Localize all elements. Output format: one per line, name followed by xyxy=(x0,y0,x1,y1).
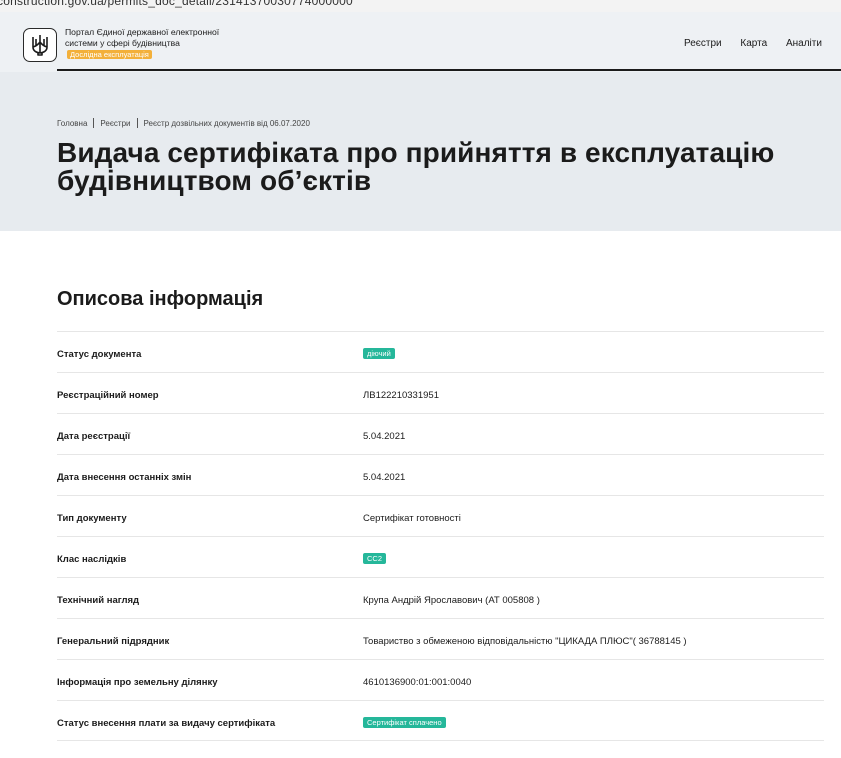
info-label: Реєстраційний номер xyxy=(57,390,159,401)
beta-badge: Дослідна експлуатація xyxy=(67,50,152,59)
info-value: Товариство з обмеженою відповідальністю … xyxy=(363,636,687,647)
info-row-status: Статус документа діючий xyxy=(57,331,824,372)
status-badge: діючий xyxy=(363,348,395,359)
portal-title-text: Портал Єдиної державної електронної сист… xyxy=(65,27,220,48)
info-row-reg-date: Дата реєстрації 5.04.2021 xyxy=(57,413,824,454)
info-value: 5.04.2021 xyxy=(363,472,406,483)
info-value: 4610136900:01:001:0040 xyxy=(363,677,472,688)
info-label: Генеральний підрядник xyxy=(57,636,170,647)
breadcrumb: Головна Реєстри Реєстр дозвільних документ… xyxy=(57,118,310,128)
main-nav: Реєстри Карта Аналіти xyxy=(684,38,838,49)
info-label: Технічний нагляд xyxy=(57,595,140,606)
breadcrumb-separator xyxy=(93,118,95,128)
payment-badge: Сертифікат сплачено xyxy=(363,717,446,728)
info-row-doc-type: Тип документу Сертифікат готовності xyxy=(57,495,824,536)
info-row-last-change: Дата внесення останніх змін 5.04.2021 xyxy=(57,454,824,495)
info-value: ЛВ122210331951 xyxy=(363,390,439,401)
info-label: Клас наслідків xyxy=(57,554,127,565)
nav-item-analytics[interactable]: Аналіти xyxy=(786,38,822,49)
section-title: Описова інформація xyxy=(57,288,264,310)
header-divider xyxy=(57,69,841,71)
breadcrumb-separator xyxy=(136,118,138,128)
info-label: Дата реєстрації xyxy=(57,431,131,442)
class-badge: СС2 xyxy=(363,553,387,564)
info-row-general-contractor: Генеральний підрядник Товариство з обмеж… xyxy=(57,618,824,659)
info-row-land-plot: Інформація про земельну ділянку 46101369… xyxy=(57,659,824,700)
breadcrumb-registries[interactable]: Реєстри xyxy=(100,119,130,128)
nav-item-map[interactable]: Карта xyxy=(740,38,767,49)
info-label: Інформація про земельну ділянку xyxy=(57,677,218,688)
breadcrumb-home[interactable]: Головна xyxy=(57,119,87,128)
info-row-payment-status: Статус внесення плати за видачу сертифік… xyxy=(57,700,824,741)
info-row-consequence-class: Клас наслідків СС2 xyxy=(57,536,824,577)
info-label: Статус документа xyxy=(57,349,142,360)
info-table: Статус документа діючий Реєстраційний но… xyxy=(57,331,824,741)
portal-title[interactable]: Портал Єдиної державної електронної сист… xyxy=(65,27,235,60)
info-value: Сертифікат готовності xyxy=(363,513,461,524)
info-value: Крупа Андрій Ярославович (АТ 005808 ) xyxy=(363,595,540,606)
url-text: construction.gov.ua/permits_doc_detail/2… xyxy=(0,0,353,8)
info-label: Тип документу xyxy=(57,513,127,524)
browser-url-bar[interactable]: construction.gov.ua/permits_doc_detail/2… xyxy=(0,0,841,12)
info-value: 5.04.2021 xyxy=(363,431,406,442)
info-row-reg-number: Реєстраційний номер ЛВ122210331951 xyxy=(57,372,824,413)
info-label: Дата внесення останніх змін xyxy=(57,472,192,483)
breadcrumb-current[interactable]: Реєстр дозвільних документів від 06.07.2… xyxy=(144,119,310,128)
info-label: Статус внесення плати за видачу сертифік… xyxy=(57,718,276,729)
info-row-tech-supervision: Технічний нагляд Крупа Андрій Ярославови… xyxy=(57,577,824,618)
trident-icon[interactable] xyxy=(23,28,57,62)
nav-item-registries[interactable]: Реєстри xyxy=(684,38,722,49)
page-title: Видача сертифіката про прийняття в експл… xyxy=(57,137,775,196)
